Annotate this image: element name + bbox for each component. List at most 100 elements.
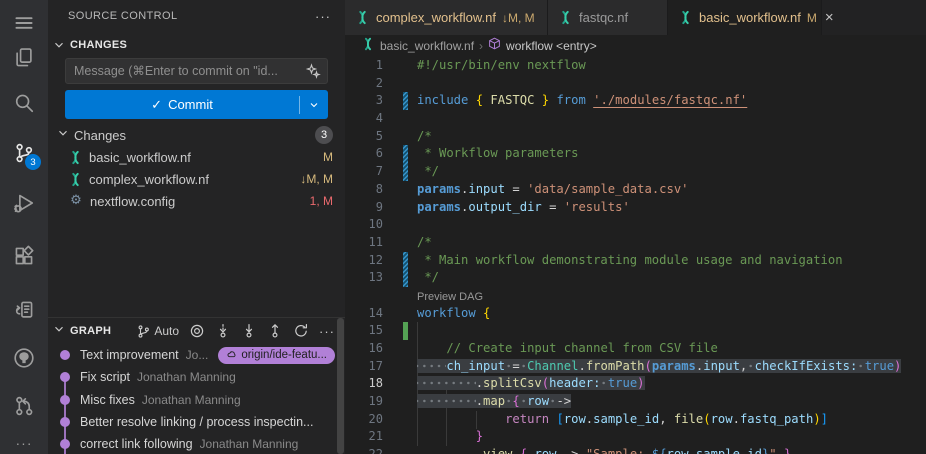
commit-dot [60,350,70,360]
file-row-complex_workflow-nf[interactable]: complex_workflow.nf↓M, M [48,168,345,190]
line-number: 18 [345,375,383,393]
activity-item-pull-requests[interactable] [0,389,48,423]
pull-icon [241,323,257,339]
code-line-text: params.output_dir = 'results' [417,199,926,217]
code-line-text: ch_input = Channel.fromPath(params.input… [417,358,926,376]
commit-button[interactable]: ✓ Commit [65,90,328,119]
commit-button-label: Commit [168,97,213,112]
changes-group-header[interactable]: Changes 3 [48,124,345,146]
gutter-mod-indicator [403,252,408,270]
activity-item-github[interactable] [0,341,48,375]
commit-message: Fix script [80,370,130,384]
breadcrumb-file[interactable]: basic_workflow.nf [380,39,474,53]
commit-dropdown-button[interactable] [300,99,328,111]
more-actions-icon: ··· [319,324,335,339]
code-row: 21 } [345,428,926,446]
graph-section: GRAPH Auto··· Text improvementJo...origi… [48,317,345,454]
code-line-text: /* [417,234,926,252]
code-row: 7 */ [345,163,926,181]
commit-message: Better resolve linking / process inspect… [80,415,313,429]
graph-auto-label: Auto [154,324,179,338]
graph-action-refresh[interactable] [293,323,309,339]
graph-action-fetch[interactable] [215,323,231,339]
activity-item-run-debug[interactable] [0,186,48,220]
nextflow-file-icon [678,10,693,25]
graph-action-pull[interactable] [241,323,257,339]
run-debug-icon [13,192,35,214]
nextflow-file-icon [355,10,370,25]
push-icon [267,323,283,339]
editor-tab-fastqc-nf[interactable]: fastqc.nf [548,0,668,35]
graph-action-more[interactable]: ··· [319,324,335,339]
scm-changes-badge: 3 [25,154,41,170]
file-row-nextflow-config[interactable]: ⚙nextflow.config1, M [48,190,345,212]
nextflow-file-icon [361,37,375,56]
line-number: 2 [345,75,383,93]
target-icon [189,323,205,339]
activity-item-explorer[interactable] [0,41,48,75]
commit-button-main[interactable]: ✓ Commit [65,97,299,113]
graph-action-target[interactable] [189,323,205,339]
commit-message: Text improvement [80,348,179,362]
code-line-text: #!/usr/bin/env nextflow [417,57,926,75]
commit-row[interactable]: Fix script Jonathan Manning [48,366,345,388]
editor-tab-complex_workflow-nf[interactable]: complex_workflow.nf↓M, M [345,0,548,35]
line-number: 5 [345,128,383,146]
menu-icon [13,12,35,34]
line-number: 17 [345,358,383,376]
close-icon[interactable]: × [825,10,834,25]
code-row: 5/* [345,128,926,146]
gutter-mod-indicator [403,145,408,163]
nextflow-file-icon [68,150,83,165]
activity-item-search[interactable] [0,86,48,120]
commit-row[interactable]: Better resolve linking / process inspect… [48,411,345,433]
activity-item-more[interactable]: ··· [0,426,48,454]
activity-item-extensions[interactable] [0,239,48,273]
graph-section-header[interactable]: GRAPH Auto··· [48,320,345,342]
commit-author: Jonathan Manning [137,370,335,384]
changes-section-header[interactable]: CHANGES [48,34,345,56]
activity-item-references[interactable] [0,293,48,327]
activity-item-source-control[interactable]: 3 [0,136,48,170]
sidebar-title: SOURCE CONTROL [68,10,315,22]
tab-label: complex_workflow.nf [376,10,496,25]
selection-highlight: .splitCsv(header: true) [417,376,645,390]
code-row: 11 /* [345,234,926,252]
codelens-row: Preview DAG [345,287,926,305]
editor-tab-basic_workflow-nf[interactable]: basic_workflow.nfM× [668,0,822,35]
graph-action-auto[interactable]: Auto [136,324,179,339]
git-branch-icon [136,324,151,339]
commit-row[interactable]: Text improvement Jo...origin/ide-featu... [48,344,345,366]
line-number: 11 [345,234,383,252]
tab-status-badge: M [807,11,817,25]
cloud-icon [226,349,238,361]
check-icon: ✓ [151,97,162,113]
file-name: basic_workflow.nf [89,150,317,165]
commit-row[interactable]: Misc fixesJonathan Manning [48,389,345,411]
graph-action-push[interactable] [267,323,283,339]
commit-dot [60,395,70,405]
breadcrumb-symbol[interactable]: workflow <entry> [506,39,597,53]
source-control-sidebar: SOURCE CONTROL ··· CHANGES ✓ Commit [48,0,345,454]
commit-author: Jo... [186,348,219,362]
code-row: 8 params.input = 'data/sample_data.csv' [345,181,926,199]
more-views-icon: ··· [16,435,33,451]
breadcrumb: basic_workflow.nf › workflow <entry> [345,35,926,57]
line-number: 19 [345,393,383,411]
file-row-basic_workflow-nf[interactable]: basic_workflow.nfM [48,146,345,168]
code-line-text: params.input = 'data/sample_data.csv' [417,181,926,199]
code-line-text: */ [417,269,926,287]
code-editor[interactable]: 1#!/usr/bin/env nextflow23include { FAST… [345,57,926,454]
gutter-mod-indicator [403,163,408,181]
sidebar-more-actions-button[interactable]: ··· [315,9,331,24]
commit-row[interactable]: correct link followingJonathan Manning [48,433,345,454]
line-number: 8 [345,181,383,199]
activity-item-menu[interactable] [0,6,48,40]
commit-message-input[interactable] [66,64,305,78]
sidebar-scrollbar[interactable] [337,318,344,454]
branch-ref-pill: origin/ide-featu... [218,347,335,364]
sparkle-icon[interactable] [305,63,327,79]
code-row: 13 */ [345,269,926,287]
references-icon [13,299,35,321]
code-line-text: return [row.sample_id, file(row.fastq_pa… [417,411,926,429]
